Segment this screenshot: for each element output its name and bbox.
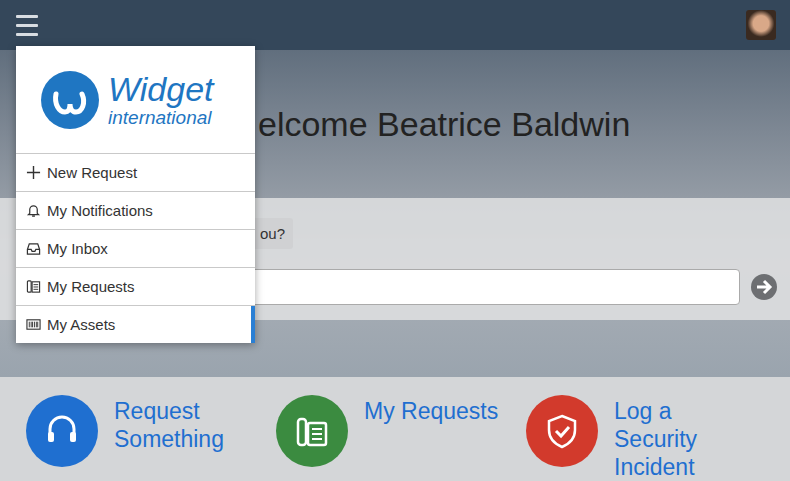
shield-icon[interactable] [526,395,598,467]
logo-title: Widget [108,72,214,106]
top-bar [0,0,790,50]
search-field[interactable] [236,269,740,305]
phone-icon[interactable] [276,395,348,467]
tile-label[interactable]: Log a Security Incident [614,395,756,481]
tile-label[interactable]: Request Something [114,395,274,453]
menu-item[interactable]: My Inbox [16,229,255,267]
headset-icon[interactable] [26,395,98,467]
portal-page: elcome Beatrice Baldwin ou? Request Some… [0,0,790,481]
phone-icon [26,279,41,294]
inbox-icon [26,241,41,256]
welcome-heading: elcome Beatrice Baldwin [258,105,630,144]
menu-item-label[interactable]: My Assets [47,316,115,333]
logo[interactable]: Widget international [16,46,255,153]
question-pill: ou? [252,218,293,249]
plus-icon [26,165,41,180]
logo-icon [40,70,100,130]
menu-item-label[interactable]: My Requests [47,278,135,295]
menu-item[interactable]: My Notifications [16,191,255,229]
tile[interactable]: My Requests [276,395,526,481]
arrow-right-icon[interactable] [750,273,778,301]
menu-item[interactable]: New Request [16,153,255,191]
menu-item-label[interactable]: My Notifications [47,202,153,219]
avatar-icon[interactable] [746,10,776,40]
menu-item[interactable]: My Requests [16,267,255,305]
hover-indicator [251,306,255,343]
barcode-icon [26,317,41,332]
logo-subtitle: international [108,108,214,127]
menu-item-label[interactable]: My Inbox [47,240,108,257]
tile[interactable]: Log a Security Incident [526,395,756,481]
bell-icon [26,203,41,218]
menu-item-label[interactable]: New Request [47,164,137,181]
side-menu: Widget international New Request My Noti… [16,46,255,343]
menu-item[interactable]: My Assets [16,305,255,343]
hamburger-icon[interactable] [16,15,38,36]
tile-label[interactable]: My Requests [364,395,498,425]
tile-strip: Request Something My Requests Log a Secu… [0,377,790,481]
tile[interactable]: Request Something [26,395,276,481]
